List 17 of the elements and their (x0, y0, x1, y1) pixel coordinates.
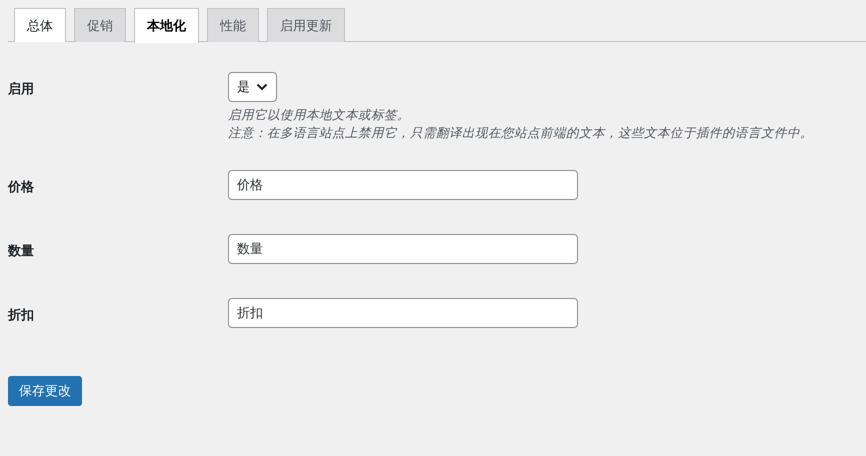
tab[interactable]: 总体 (14, 8, 66, 42)
input-field[interactable]: 折扣 (228, 298, 578, 328)
field-label: 数量 (8, 243, 35, 260)
input-field[interactable]: 数量 (228, 234, 578, 264)
field-label: 折扣 (8, 307, 35, 324)
tab[interactable]: 启用更新 (267, 8, 345, 42)
description-text: 启用它以使用本地文本或标签。 (228, 106, 410, 124)
tab[interactable]: 性能 (207, 8, 259, 42)
field-label: 价格 (8, 179, 35, 196)
save-button[interactable]: 保存更改 (8, 376, 82, 406)
input-field[interactable]: 价格 (228, 170, 578, 200)
select-dropdown[interactable]: 是 (228, 72, 277, 102)
chevron-down-icon (256, 83, 268, 91)
tab[interactable]: 促销 (74, 8, 126, 42)
description-text: 注意：在多语言站点上禁用它，只需翻译出现在您站点前端的文本，这些文本位于插件的语言文件中。 (228, 124, 813, 142)
tab[interactable]: 本地化 (134, 8, 199, 43)
field-label: 启用 (8, 80, 35, 98)
